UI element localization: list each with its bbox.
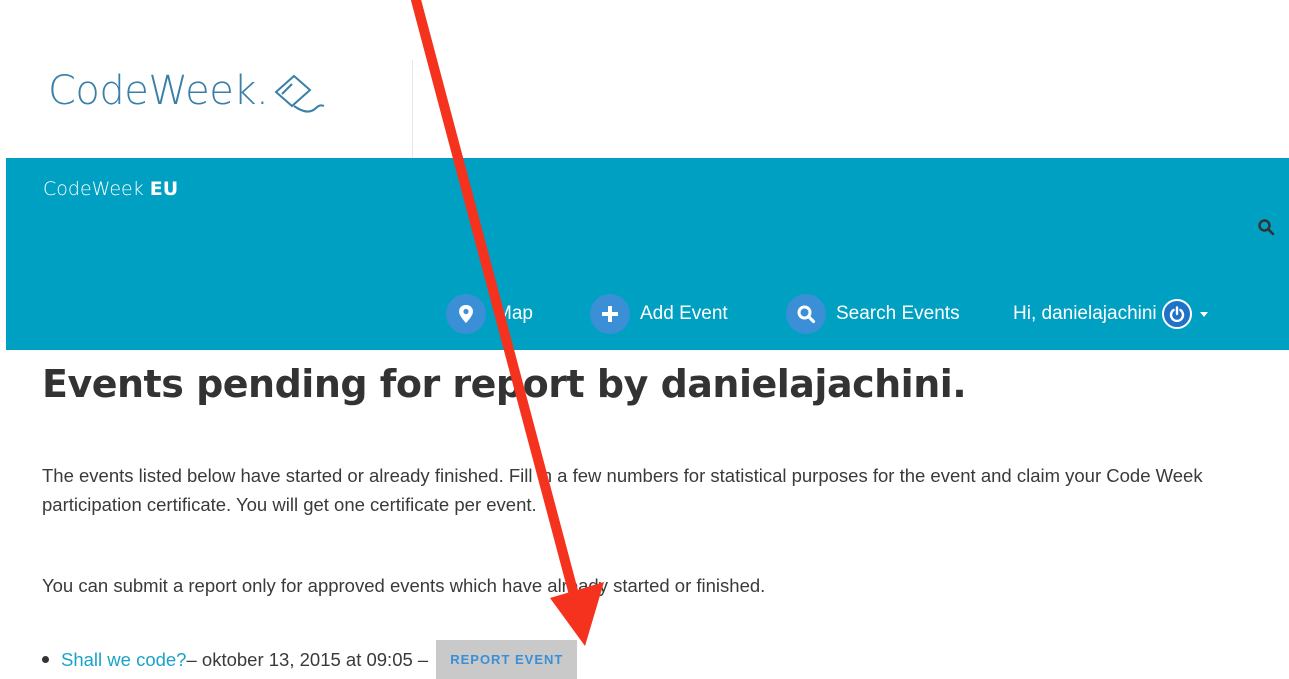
map-pin-icon	[446, 294, 486, 334]
intro-text: The events listed below have started or …	[42, 465, 1203, 515]
nav-search-events[interactable]: Search Events	[786, 291, 960, 337]
user-greeting: Hi, danielajachini	[1013, 303, 1157, 324]
plug-logo-icon	[274, 74, 325, 113]
power-icon	[1161, 299, 1192, 329]
nav-map-label: Map	[496, 303, 533, 324]
header-divider	[412, 60, 413, 158]
user-menu[interactable]: Hi, danielajachini	[1013, 291, 1208, 337]
bullet-icon	[42, 656, 49, 663]
codeweek-logo[interactable]: CodeWeek.	[48, 66, 328, 116]
note-text: You can submit a report only for approve…	[42, 575, 766, 596]
search-icon[interactable]	[1257, 218, 1275, 236]
page-title: Events pending for report by danielajach…	[42, 362, 967, 406]
event-list: Shall we code? – oktober 13, 2015 at 09:…	[42, 640, 578, 679]
nav-add-event[interactable]: Add Event	[590, 291, 728, 337]
brand-prefix: CodeWeek	[43, 178, 150, 200]
magnifier-icon	[786, 294, 826, 334]
nav-add-event-label: Add Event	[640, 303, 728, 324]
navbar-brand[interactable]: CodeWeek EU	[43, 178, 178, 200]
event-date: – oktober 13, 2015 at 09:05 –	[186, 649, 429, 670]
logo-text: CodeWeek.	[48, 68, 269, 114]
brand-bold: EU	[149, 178, 179, 200]
main-navbar: CodeWeek EU Map Add Event Search Events …	[6, 158, 1289, 350]
chevron-down-icon	[1199, 311, 1208, 317]
nav-map[interactable]: Map	[446, 291, 533, 337]
plus-icon	[590, 294, 630, 334]
report-event-button[interactable]: REPORT EVENT	[436, 640, 578, 679]
event-title-link[interactable]: Shall we code?	[61, 645, 186, 674]
list-item: Shall we code? – oktober 13, 2015 at 09:…	[42, 640, 578, 679]
nav-search-events-label: Search Events	[836, 303, 960, 324]
